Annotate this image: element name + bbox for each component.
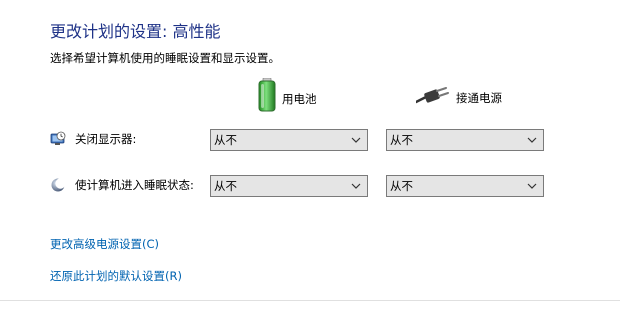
select-value: 从不 [214, 133, 237, 147]
power-plan-settings-page: 更改计划的设置: 高性能 选择希望计算机使用的睡眠设置和显示设置。 用电池 接通… [0, 0, 620, 309]
select-value: 从不 [390, 179, 413, 193]
chevron-down-icon [527, 183, 537, 189]
power-plug-icon [414, 86, 450, 109]
setting-row-sleep: 使计算机进入睡眠状态: [50, 177, 194, 193]
sleep-on-battery-select[interactable]: 从不 [210, 175, 368, 197]
page-title: 更改计划的设置: 高性能 [50, 22, 221, 41]
setting-label-display-off: 关闭显示器: [75, 132, 137, 146]
bottom-divider [0, 300, 620, 301]
select-value: 从不 [390, 133, 413, 147]
monitor-clock-icon [50, 131, 66, 147]
setting-label-sleep: 使计算机进入睡眠状态: [75, 178, 194, 192]
column-label-battery: 用电池 [282, 91, 317, 106]
column-header-battery: 用电池 [258, 77, 317, 115]
battery-icon [258, 77, 276, 115]
chevron-down-icon [351, 137, 361, 143]
restore-defaults-link[interactable]: 还原此计划的默认设置(R) [50, 268, 182, 284]
display-off-on-battery-select[interactable]: 从不 [210, 129, 368, 151]
column-header-plugged-in: 接通电源 [414, 86, 502, 109]
display-off-plugged-in-select[interactable]: 从不 [386, 129, 544, 151]
chevron-down-icon [351, 183, 361, 189]
select-value: 从不 [214, 179, 237, 193]
moon-sleep-icon [50, 177, 66, 193]
chevron-down-icon [527, 137, 537, 143]
setting-row-display-off: 关闭显示器: [50, 131, 136, 147]
advanced-power-settings-link[interactable]: 更改高级电源设置(C) [50, 236, 159, 252]
page-subtitle: 选择希望计算机使用的睡眠设置和显示设置。 [50, 51, 280, 65]
column-label-plugged-in: 接通电源 [456, 90, 502, 105]
sleep-plugged-in-select[interactable]: 从不 [386, 175, 544, 197]
